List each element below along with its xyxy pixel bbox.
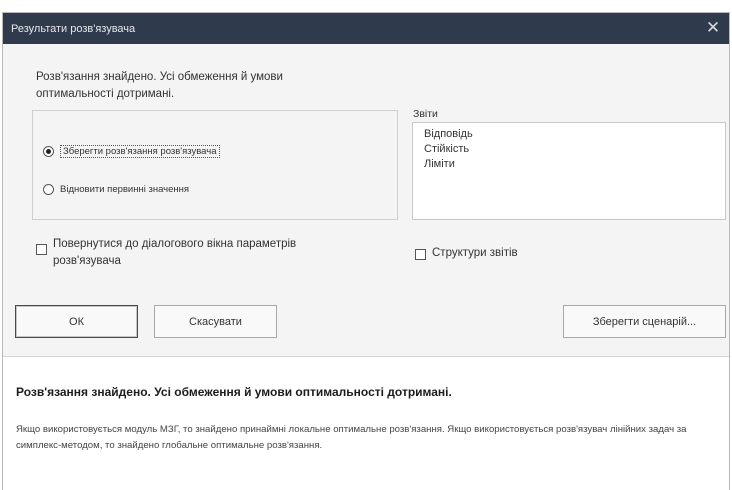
report-item-limits[interactable]: Ліміти: [424, 157, 714, 172]
info-panel: Розв'язання знайдено. Усі обмеження й ум…: [3, 356, 729, 490]
restore-original-label: Відновити первинні значення: [60, 184, 190, 195]
close-icon[interactable]: ✕: [701, 15, 725, 41]
restore-original-option[interactable]: Відновити первинні значення: [43, 184, 189, 195]
keep-solution-radio[interactable]: [43, 146, 54, 157]
reports-label: Звіти: [413, 108, 438, 120]
result-message-line-1: Розв'язання знайдено. Усі обмеження й ум…: [36, 71, 283, 83]
title-bar: Результати розв'язувача ✕: [3, 13, 729, 44]
radio-selected-dot: [46, 149, 51, 154]
outline-reports-checkbox[interactable]: [415, 249, 426, 260]
outline-reports-option[interactable]: Структури звітів: [415, 245, 518, 262]
report-item-sensitivity[interactable]: Стійкість: [424, 142, 714, 157]
window-title: Результати розв'язувача: [11, 22, 136, 35]
result-message-line-2: оптимальності дотримані.: [36, 88, 175, 100]
info-description: Якщо використовується модуль МЗГ, то зна…: [16, 424, 687, 451]
ok-button[interactable]: ОК: [15, 305, 138, 338]
return-to-dialog-option[interactable]: Повернутися до діалогового вікна парамет…: [36, 236, 296, 270]
cancel-button[interactable]: Скасувати: [154, 305, 277, 338]
info-title: Розв'язання знайдено. Усі обмеження й ум…: [16, 385, 452, 399]
save-scenario-button[interactable]: Зберегти сценарій...: [563, 305, 726, 338]
result-message: Розв'язання знайдено. Усі обмеження й ум…: [36, 69, 283, 103]
return-to-dialog-label-line-1: Повернутися до діалогового вікна парамет…: [53, 238, 297, 250]
keep-solution-label: Зберегти розв'язання розв'язувача: [60, 145, 220, 158]
solution-options-group: Зберегти розв'язання розв'язувача Віднов…: [32, 110, 398, 220]
return-to-dialog-checkbox[interactable]: [36, 244, 47, 255]
keep-solution-option[interactable]: Зберегти розв'язання розв'язувача: [43, 145, 220, 158]
return-to-dialog-label: Повернутися до діалогового вікна парамет…: [53, 236, 296, 270]
solver-results-dialog: Результати розв'язувача ✕ Розв'язання зн…: [2, 12, 730, 490]
outline-reports-label: Структури звітів: [432, 247, 518, 259]
return-to-dialog-label-line-2: розв'язувача: [53, 255, 121, 267]
restore-original-radio[interactable]: [43, 184, 54, 195]
reports-listbox[interactable]: Відповідь Стійкість Ліміти: [412, 122, 726, 220]
report-item-answer[interactable]: Відповідь: [424, 127, 714, 142]
